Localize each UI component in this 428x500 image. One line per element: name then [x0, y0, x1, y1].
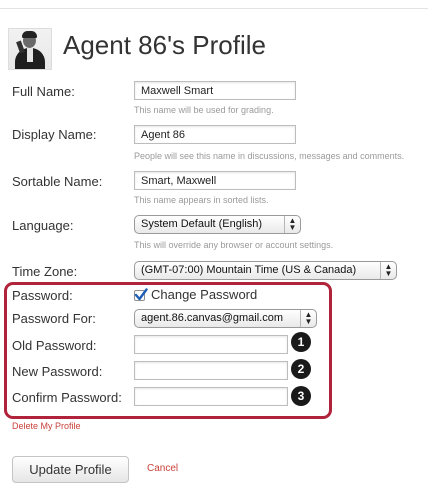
update-profile-button[interactable]: Update Profile [12, 456, 129, 483]
time-zone-select[interactable]: (GMT-07:00) Mountain Time (US & Canada) … [134, 261, 397, 280]
full-name-label: Full Name: [12, 84, 75, 99]
sortable-name-input[interactable] [134, 171, 296, 190]
change-password-checkbox[interactable] [134, 288, 148, 301]
time-zone-select-value: (GMT-07:00) Mountain Time (US & Canada) [141, 264, 357, 276]
language-hint: This will override any browser or accoun… [134, 240, 334, 250]
language-label: Language: [12, 218, 74, 233]
password-for-select-value: agent.86.canvas@gmail.com [141, 312, 284, 324]
language-select-value: System Default (English) [141, 218, 263, 230]
display-name-hint: People will see this name in discussions… [134, 151, 405, 161]
select-arrows-icon: ▲ ▼ [300, 310, 316, 327]
step-badge-1: 1 [291, 332, 311, 352]
cancel-link[interactable]: Cancel [147, 463, 178, 474]
delete-profile-link[interactable]: Delete My Profile [12, 421, 81, 431]
checkmark-icon [134, 288, 148, 301]
old-password-input[interactable] [134, 335, 288, 354]
step-badge-2: 2 [291, 359, 311, 379]
time-zone-label: Time Zone: [12, 264, 78, 279]
confirm-password-label: Confirm Password: [12, 390, 122, 405]
language-select[interactable]: System Default (English) ▲ ▼ [134, 215, 301, 234]
select-arrows-icon: ▲ ▼ [380, 262, 396, 279]
password-label: Password: [12, 288, 73, 303]
display-name-label: Display Name: [12, 127, 97, 142]
step-badge-3: 3 [291, 386, 311, 406]
display-name-input[interactable] [134, 125, 296, 144]
confirm-password-input[interactable] [134, 387, 288, 406]
top-divider [0, 8, 428, 9]
sortable-name-hint: This name appears in sorted lists. [134, 195, 269, 205]
change-password-label[interactable]: Change Password [151, 287, 257, 302]
old-password-label: Old Password: [12, 338, 97, 353]
select-arrows-icon: ▲ ▼ [284, 216, 300, 233]
password-for-label: Password For: [12, 311, 96, 326]
profile-avatar [8, 28, 52, 70]
new-password-label: New Password: [12, 364, 103, 379]
full-name-input[interactable] [134, 81, 296, 100]
new-password-input[interactable] [134, 361, 288, 380]
password-for-select[interactable]: agent.86.canvas@gmail.com ▲ ▼ [134, 309, 317, 328]
page-title: Agent 86's Profile [63, 30, 266, 60]
full-name-hint: This name will be used for grading. [134, 105, 274, 115]
sortable-name-label: Sortable Name: [12, 174, 103, 189]
